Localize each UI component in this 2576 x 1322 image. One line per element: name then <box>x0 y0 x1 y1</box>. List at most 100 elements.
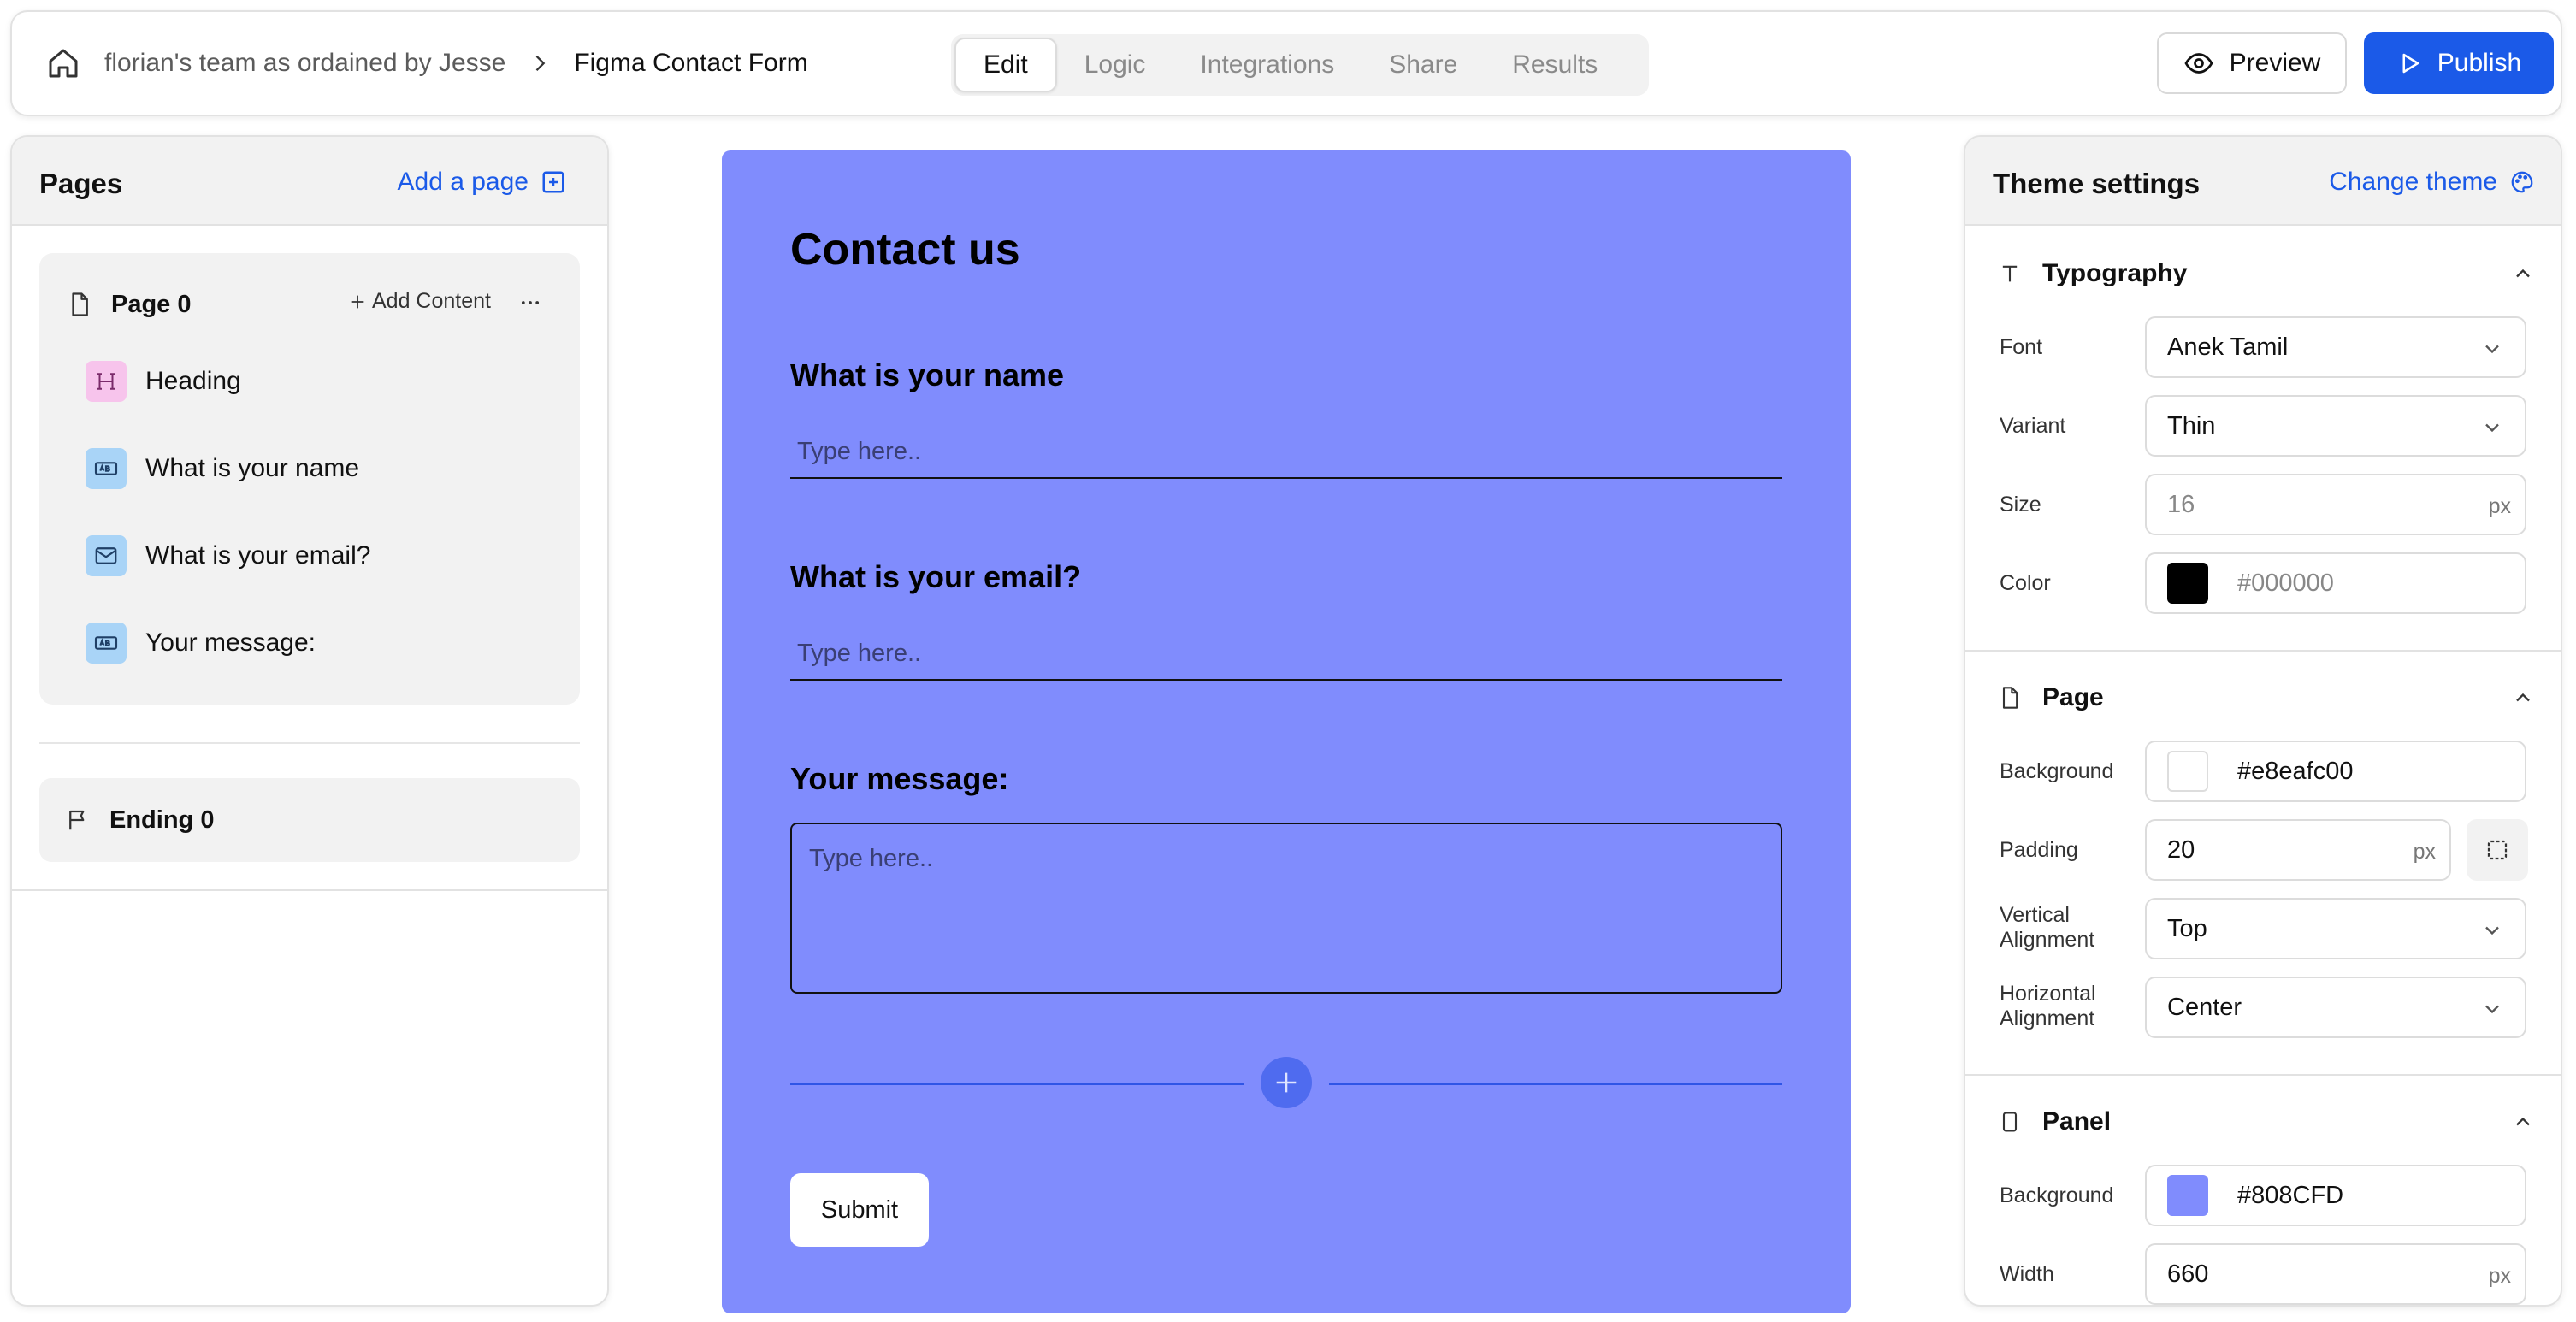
form-preview-panel: Contact us What is your name Type here..… <box>722 150 1851 1313</box>
ending-card[interactable]: Ending 0 <box>39 778 580 862</box>
top-bar: florian's team as ordained by Jesse Figm… <box>10 10 2562 116</box>
tab-results[interactable]: Results <box>1485 38 1625 92</box>
padding-input[interactable]: 20 px <box>2145 819 2451 881</box>
add-content-button[interactable]: Add Content <box>348 289 491 314</box>
variant-label: Variant <box>2000 414 2066 438</box>
add-page-label: Add a page <box>397 168 529 196</box>
tab-edit[interactable]: Edit <box>954 38 1057 92</box>
color-input[interactable]: #000000 <box>2145 552 2526 614</box>
page-name: Page 0 <box>111 290 192 318</box>
horizontal-alignment-value: Center <box>2167 993 2242 1021</box>
plus-square-icon <box>541 169 566 195</box>
color-label: Color <box>2000 571 2051 595</box>
more-options-icon[interactable] <box>518 291 542 315</box>
tab-logic[interactable]: Logic <box>1057 38 1173 92</box>
theme-settings-panel: Theme settings Change theme Typography F… <box>1964 135 2562 1307</box>
breadcrumb-team[interactable]: florian's team as ordained by Jesse <box>104 49 505 78</box>
page-section-title: Page <box>2042 683 2104 711</box>
form-title[interactable]: Contact us <box>790 224 1020 275</box>
chevron-up-icon[interactable] <box>2511 1110 2535 1134</box>
chevron-up-icon[interactable] <box>2511 262 2535 286</box>
eye-icon <box>2183 48 2214 79</box>
variant-value: Thin <box>2167 411 2216 440</box>
plus-icon <box>348 292 367 311</box>
panel-section-title: Panel <box>2042 1107 2112 1136</box>
submit-button[interactable]: Submit <box>790 1173 929 1247</box>
horizontal-alignment-label-line2: Alignment <box>2000 1006 2095 1030</box>
vertical-alignment-label: Vertical Alignment <box>2000 903 2094 953</box>
question-label[interactable]: Your message: <box>790 761 1008 797</box>
vertical-alignment-value: Top <box>2167 914 2207 942</box>
variant-select[interactable]: Thin <box>2145 395 2526 457</box>
padding-label: Padding <box>2000 838 2078 862</box>
horizontal-alignment-select[interactable]: Center <box>2145 977 2526 1038</box>
font-label: Font <box>2000 335 2043 359</box>
theme-settings-header: Theme settings Change theme <box>1965 137 2561 226</box>
list-item-email-question[interactable]: What is your email? <box>86 535 370 576</box>
pages-panel: Pages Add a page Page 0 Add Content Head… <box>10 135 609 1307</box>
text-field-icon <box>86 448 127 489</box>
panel-width-input[interactable]: 660 px <box>2145 1243 2526 1305</box>
email-icon <box>86 535 127 576</box>
theme-settings-title: Theme settings <box>1993 168 2201 199</box>
tab-share[interactable]: Share <box>1362 38 1485 92</box>
name-input[interactable]: Type here.. <box>790 426 1782 479</box>
add-page-button[interactable]: Add a page <box>398 168 566 197</box>
preview-button[interactable]: Preview <box>2157 32 2347 94</box>
email-input[interactable]: Type here.. <box>790 628 1782 681</box>
flag-icon <box>65 807 91 833</box>
question-label[interactable]: What is your name <box>790 357 1064 393</box>
padding-sides-button[interactable] <box>2467 819 2528 881</box>
chevron-up-icon[interactable] <box>2511 686 2535 710</box>
divider <box>1965 1074 2561 1076</box>
color-swatch[interactable] <box>2167 1175 2208 1216</box>
plus-icon <box>1272 1068 1301 1097</box>
list-item-name-question[interactable]: What is your name <box>86 448 359 489</box>
question-label[interactable]: What is your email? <box>790 559 1081 595</box>
padding-unit: px <box>2413 840 2436 864</box>
tab-bar: Edit Logic Integrations Share Results <box>951 34 1649 96</box>
size-input[interactable]: 16 px <box>2145 474 2526 535</box>
vertical-alignment-label-line2: Alignment <box>2000 928 2095 952</box>
divider <box>39 742 580 744</box>
file-icon <box>1998 686 2022 710</box>
panel-section-header[interactable]: Panel <box>1998 1105 2535 1139</box>
add-content-label: Add Content <box>372 289 491 313</box>
breadcrumb: florian's team as ordained by Jesse Figm… <box>46 12 808 115</box>
typography-section-header[interactable]: Typography <box>1998 257 2535 291</box>
page-card[interactable]: Page 0 Add Content Heading What is your … <box>39 253 580 705</box>
text-field-icon <box>86 623 127 664</box>
panel-background-label: Background <box>2000 1183 2114 1207</box>
home-icon[interactable] <box>46 46 80 80</box>
size-label: Size <box>2000 493 2041 516</box>
vertical-alignment-select[interactable]: Top <box>2145 898 2526 959</box>
tab-integrations[interactable]: Integrations <box>1173 38 1362 92</box>
page-background-label: Background <box>2000 759 2114 783</box>
color-swatch[interactable] <box>2167 563 2208 604</box>
color-swatch[interactable] <box>2167 751 2208 792</box>
font-select[interactable]: Anek Tamil <box>2145 316 2526 378</box>
message-textarea[interactable]: Type here.. <box>790 823 1782 994</box>
list-item-label: What is your name <box>145 454 360 482</box>
heading-icon <box>86 361 127 402</box>
chevron-down-icon <box>2480 337 2504 361</box>
text-icon <box>1998 262 2022 286</box>
page-background-input[interactable]: #e8eafc00 <box>2145 741 2526 802</box>
page-section-header[interactable]: Page <box>1998 681 2535 715</box>
color-value: #000000 <box>2237 569 2334 597</box>
panel-background-input[interactable]: #808CFD <box>2145 1165 2526 1226</box>
pages-panel-header: Pages Add a page <box>12 137 607 226</box>
padding-sides-icon <box>2484 837 2510 863</box>
panel-icon <box>1998 1110 2022 1134</box>
chevron-down-icon <box>2480 997 2504 1021</box>
page-row: Page 0 Add Content <box>67 286 559 323</box>
list-item-message-question[interactable]: Your message: <box>86 623 316 664</box>
list-item-label: Heading <box>145 367 241 395</box>
publish-button[interactable]: Publish <box>2364 32 2554 94</box>
chevron-down-icon <box>2480 416 2504 440</box>
list-item-heading[interactable]: Heading <box>86 361 241 402</box>
panel-background-value: #808CFD <box>2237 1181 2344 1209</box>
change-theme-button[interactable]: Change theme <box>2329 168 2535 197</box>
add-block-button[interactable] <box>1261 1057 1312 1108</box>
font-value: Anek Tamil <box>2167 333 2289 361</box>
